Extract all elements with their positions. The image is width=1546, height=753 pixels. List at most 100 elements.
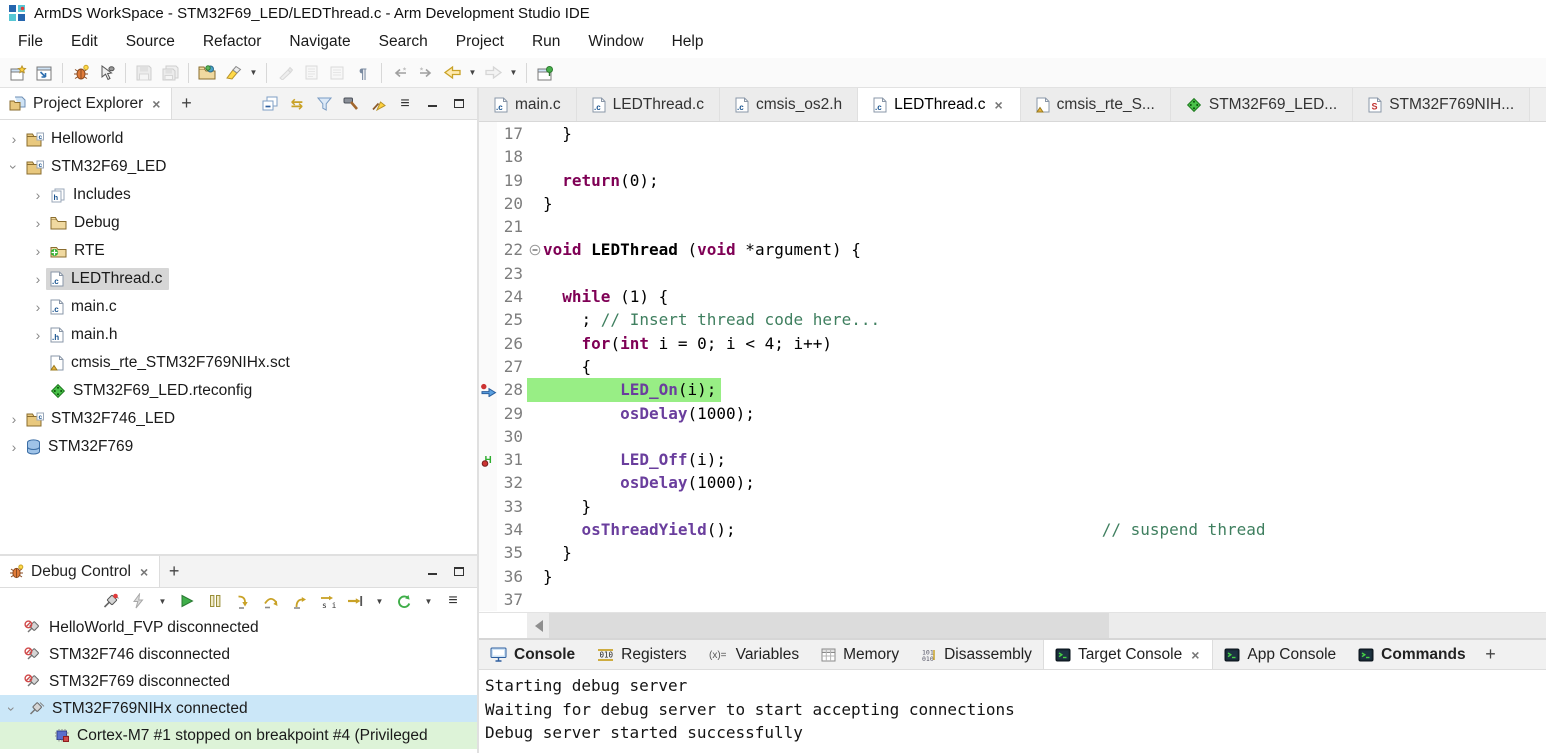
save-icon[interactable]	[132, 61, 156, 85]
tree-item[interactable]: ›cHelloworld	[0, 125, 477, 153]
forward-icon[interactable]	[481, 61, 505, 85]
editor-tab-main-c[interactable]: .cmain.c	[479, 88, 577, 121]
menu-file[interactable]: File	[4, 26, 57, 58]
expand-arrow-icon[interactable]: ›	[30, 187, 46, 203]
menu-source[interactable]: Source	[112, 26, 189, 58]
breakpoint-gutter[interactable]	[479, 495, 497, 518]
expand-arrow-icon[interactable]: ›	[6, 411, 22, 427]
expand-arrow-icon[interactable]: ›	[30, 299, 46, 315]
step-out-icon[interactable]	[289, 590, 309, 612]
view-menu-icon[interactable]: ≡	[443, 590, 463, 612]
tree-item[interactable]: ›Debug	[0, 209, 477, 237]
step-over-icon[interactable]	[261, 590, 281, 612]
continue-icon[interactable]	[177, 590, 197, 612]
tree-item[interactable]: ›hIncludes	[0, 181, 477, 209]
filter-icon[interactable]	[314, 93, 334, 115]
breakpoint-gutter[interactable]	[479, 378, 497, 401]
expand-arrow-icon[interactable]: ›	[30, 327, 46, 343]
tree-item[interactable]: ›STM32F769	[0, 433, 477, 461]
tree-item[interactable]: ›.cmain.c	[0, 293, 477, 321]
expand-arrow-icon[interactable]: ›	[4, 701, 20, 717]
breakpoint-gutter[interactable]	[479, 308, 497, 331]
editor-tab-ledthread-c[interactable]: .cLEDThread.c×	[858, 88, 1021, 121]
close-icon[interactable]: ×	[138, 564, 150, 580]
debug-target-row[interactable]: STM32F769 disconnected	[0, 668, 477, 695]
next-edit-icon[interactable]	[414, 61, 438, 85]
debug-target-row[interactable]: ›STM32F769NIHx connected	[0, 695, 477, 722]
breakpoint-gutter[interactable]	[479, 285, 497, 308]
breakpoint-gutter[interactable]	[479, 145, 497, 168]
horizontal-scrollbar[interactable]	[479, 612, 1546, 638]
run-to-icon[interactable]	[345, 590, 365, 612]
collapse-all-icon[interactable]	[260, 93, 280, 115]
prev-edit-icon[interactable]	[388, 61, 412, 85]
code-editor[interactable]: 17 }1819 return(0);20}2122void LEDThread…	[479, 122, 1546, 612]
breakpoint-gutter[interactable]	[479, 355, 497, 378]
scrollbar-thumb[interactable]	[549, 613, 1109, 638]
breakpoint-gutter[interactable]	[479, 192, 497, 215]
console-tab-registers[interactable]: 010Registers	[586, 640, 697, 669]
console-tab-commands[interactable]: Commands	[1347, 640, 1476, 669]
new-console-button[interactable]: +	[1477, 640, 1505, 669]
breakpoint-gutter[interactable]	[479, 262, 497, 285]
dropdown-arrow-icon[interactable]: ▼	[373, 589, 386, 613]
debug-new-icon[interactable]	[69, 61, 93, 85]
debug-select-icon[interactable]	[95, 61, 119, 85]
pin-editor-icon[interactable]	[533, 61, 557, 85]
breakpoint-gutter[interactable]: H	[479, 448, 497, 471]
menu-run[interactable]: Run	[518, 26, 574, 58]
scrollbar-track[interactable]	[527, 613, 1546, 638]
pause-icon[interactable]	[205, 590, 225, 612]
editor-tab-cmsis-rte-s-[interactable]: cmsis_rte_S...	[1021, 88, 1171, 121]
editor-tab-ledthread-c[interactable]: .cLEDThread.c	[577, 88, 720, 121]
refresh-doc-icon[interactable]	[299, 61, 323, 85]
minimize-icon[interactable]	[422, 93, 442, 115]
breakpoint-gutter[interactable]	[479, 518, 497, 541]
bp-arrow-icon[interactable]	[480, 383, 497, 397]
dropdown-arrow-icon[interactable]: ▼	[466, 61, 479, 85]
menu-refactor[interactable]: Refactor	[189, 26, 276, 58]
connect-icon[interactable]	[100, 590, 120, 612]
reset-icon[interactable]	[394, 590, 414, 612]
breakpoint-gutter[interactable]	[479, 238, 497, 261]
menu-help[interactable]: Help	[658, 26, 718, 58]
breakpoint-gutter[interactable]	[479, 541, 497, 564]
editor-tab-stm32f69-led-[interactable]: STM32F69_LED...	[1171, 88, 1353, 121]
menu-project[interactable]: Project	[442, 26, 518, 58]
step-into-icon[interactable]	[233, 590, 253, 612]
console-tab-variables[interactable]: (x)=Variables	[698, 640, 810, 669]
breakpoint-gutter[interactable]	[479, 169, 497, 192]
console-tab-memory[interactable]: Memory	[810, 640, 910, 669]
console-tab-target-console[interactable]: Target Console×	[1043, 640, 1213, 669]
breakpoint-gutter[interactable]	[479, 471, 497, 494]
tab-project-explorer[interactable]: Project Explorer ×	[0, 88, 172, 119]
back-icon[interactable]	[440, 61, 464, 85]
segment-icon[interactable]	[325, 61, 349, 85]
tree-item[interactable]: ›cSTM32F746_LED	[0, 405, 477, 433]
new-window-icon[interactable]	[6, 61, 30, 85]
close-icon[interactable]: ×	[992, 97, 1004, 113]
menu-edit[interactable]: Edit	[57, 26, 112, 58]
breakpoint-gutter[interactable]	[479, 402, 497, 425]
expand-arrow-icon[interactable]: ›	[30, 271, 46, 287]
close-icon[interactable]: ×	[1189, 647, 1201, 663]
expand-arrow-icon[interactable]: ›	[6, 131, 22, 147]
expand-arrow-icon[interactable]: ›	[6, 159, 22, 175]
tree-item[interactable]: cmsis_rte_STM32F769NIHx.sct	[0, 349, 477, 377]
console-tab-app-console[interactable]: App Console	[1213, 640, 1347, 669]
dropdown-arrow-icon[interactable]: ▼	[156, 589, 169, 613]
disconnect-icon[interactable]	[128, 590, 148, 612]
link-editor-icon[interactable]: ⇆	[287, 93, 307, 115]
console-tab-console[interactable]: Console	[479, 640, 586, 669]
breakpoint-gutter[interactable]	[479, 215, 497, 238]
breakpoint-gutter[interactable]	[479, 588, 497, 611]
pilcrow-icon[interactable]: ¶	[351, 61, 375, 85]
clean-icon[interactable]	[368, 93, 388, 115]
expand-arrow-icon[interactable]: ›	[30, 215, 46, 231]
debug-target-row[interactable]: Cortex-M7 #1 stopped on breakpoint #4 (P…	[0, 722, 477, 749]
open-folder-icon[interactable]	[195, 61, 219, 85]
scroll-left-arrow-icon[interactable]	[535, 620, 543, 632]
menu-search[interactable]: Search	[365, 26, 442, 58]
menu-navigate[interactable]: Navigate	[275, 26, 364, 58]
tree-item[interactable]: ›.cLEDThread.c	[0, 265, 477, 293]
